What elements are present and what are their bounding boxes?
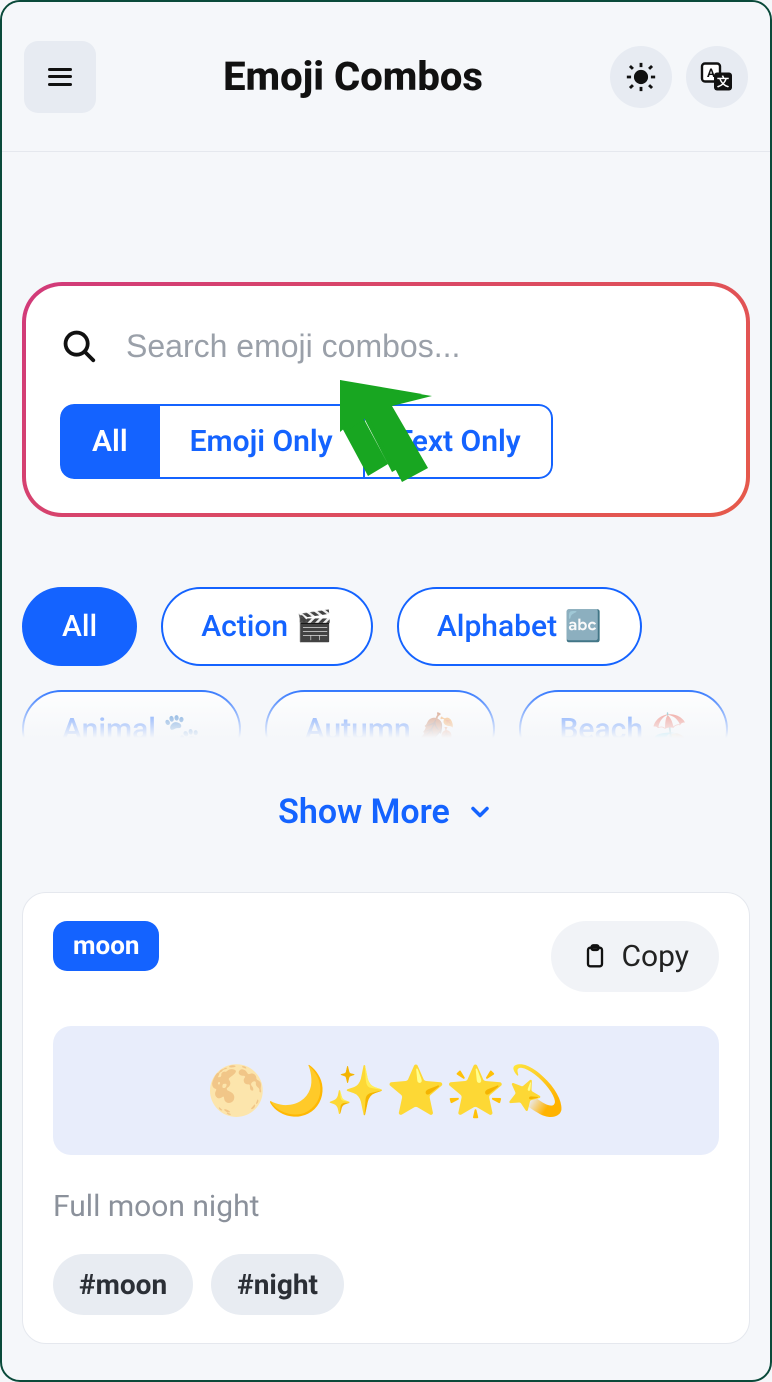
- category-list: All Action 🎬 Alphabet 🔤 Animal 🐾 Autumn …: [22, 587, 750, 762]
- theme-toggle-button[interactable]: [610, 46, 672, 108]
- combo-tags: #moon #night: [53, 1254, 719, 1315]
- clipboard-icon: [581, 943, 609, 971]
- chevron-down-icon: [466, 798, 494, 826]
- app-root: Emoji Combos A 文: [0, 0, 772, 1382]
- segment-emoji-only[interactable]: Emoji Only: [160, 404, 365, 479]
- segment-all[interactable]: All: [60, 404, 160, 479]
- copy-button[interactable]: Copy: [551, 921, 719, 992]
- menu-button[interactable]: [24, 41, 96, 113]
- tag-night[interactable]: #night: [211, 1254, 344, 1315]
- search-filter-segment: All Emoji Only Text Only: [60, 404, 553, 479]
- svg-text:文: 文: [717, 74, 730, 89]
- translate-icon: A 文: [699, 59, 735, 95]
- page-title: Emoji Combos: [223, 53, 483, 100]
- search-input[interactable]: [126, 328, 712, 365]
- category-chip-animal[interactable]: Animal 🐾: [22, 690, 241, 762]
- hamburger-icon: [48, 68, 72, 86]
- show-more-button[interactable]: Show More: [2, 792, 770, 832]
- header-actions: A 文: [610, 46, 748, 108]
- search-row: [60, 316, 712, 376]
- copy-label: Copy: [621, 939, 689, 974]
- category-chip-all[interactable]: All: [22, 587, 137, 666]
- combo-badge: moon: [53, 921, 159, 971]
- translate-button[interactable]: A 文: [686, 46, 748, 108]
- header: Emoji Combos A 文: [2, 2, 770, 152]
- sun-icon: [624, 60, 658, 94]
- category-chip-alphabet[interactable]: Alphabet 🔤: [397, 587, 642, 666]
- segment-text-only[interactable]: Text Only: [365, 404, 553, 479]
- search-icon: [60, 327, 98, 365]
- tag-moon[interactable]: #moon: [53, 1254, 193, 1315]
- combo-card-header: moon Copy: [53, 921, 719, 992]
- category-chip-autumn[interactable]: Autumn 🍂: [265, 690, 496, 762]
- combo-emoji-display[interactable]: 🌕🌙✨⭐🌟💫: [53, 1026, 719, 1155]
- combo-card: moon Copy 🌕🌙✨⭐🌟💫 Full moon night #moon #…: [22, 892, 750, 1344]
- category-chip-action[interactable]: Action 🎬: [161, 587, 373, 666]
- search-card: All Emoji Only Text Only: [22, 282, 750, 517]
- show-more-label: Show More: [278, 792, 450, 832]
- category-chip-beach[interactable]: Beach 🏖️: [519, 690, 727, 762]
- combo-description: Full moon night: [53, 1189, 719, 1224]
